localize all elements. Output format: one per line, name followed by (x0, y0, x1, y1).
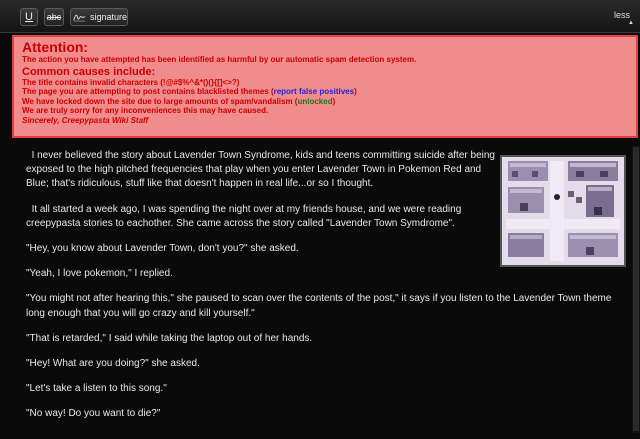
story-paragraph-4: "Yeah, I love pokemon," I replied. (26, 268, 173, 280)
less-toggle[interactable]: less (614, 10, 630, 20)
story-paragraph-5: "You might not after hearing this," she … (26, 293, 612, 319)
story-paragraph-2: It all started a week ago, I was spendin… (26, 203, 462, 229)
collapse-arrow-icon[interactable]: ▲ (628, 20, 634, 26)
story-paragraph-9: "No way! Do you want to die?" (26, 408, 161, 420)
staff-signoff: Sincerely, Creepypasta Wiki Staff (22, 115, 149, 125)
cause-blacklisted-themes: The page you are attempting to post cont… (22, 87, 628, 97)
scrollbar-thumb[interactable] (633, 147, 639, 431)
signature-label: signature (89, 12, 127, 22)
cause-site-locked: We have locked down the site due to larg… (22, 97, 628, 107)
story-paragraph-8: "Let's take a listen to this song." (26, 383, 167, 395)
cause-invalid-characters: The title contains invalid characters (!… (22, 77, 240, 87)
underline-button[interactable]: U (20, 8, 38, 26)
story-paragraph-3: "Hey, you know about Lavender Town, don'… (26, 243, 299, 255)
story-paragraph-1: I never believed the story about Lavende… (26, 150, 495, 190)
strikethrough-button[interactable]: abc (44, 8, 64, 26)
signature-icon (73, 14, 86, 22)
alert-message: The action you have attempted has been i… (22, 55, 417, 64)
apology-text: We are truly sorry for any inconvenience… (22, 106, 269, 115)
story-paragraph-7: "Hey! What are you doing?" she asked. (26, 358, 200, 370)
alert-title: Attention: (22, 39, 89, 55)
editor-toolbar: U abc signature less ▲ (0, 0, 640, 33)
spam-warning-box: Attention: The action you have attempted… (12, 35, 638, 138)
cause3-text: We have locked down the site due to larg… (22, 96, 298, 106)
unlocked-status-link[interactable]: unlocked (297, 97, 332, 106)
cause2-end: ) (354, 87, 357, 96)
report-false-positives-link[interactable]: report false positives (274, 87, 354, 96)
story-article: I never believed the story about Lavende… (26, 149, 626, 439)
vertical-scrollbar[interactable] (632, 145, 640, 433)
cause2-text: The page you are attempting to post cont… (22, 87, 274, 96)
story-paragraph-6: "That is retarded," I said while taking … (26, 332, 313, 344)
cause3-end: ) (332, 96, 336, 106)
signature-button[interactable]: signature (70, 8, 128, 26)
alert-subtitle: Common causes include: (22, 65, 156, 78)
